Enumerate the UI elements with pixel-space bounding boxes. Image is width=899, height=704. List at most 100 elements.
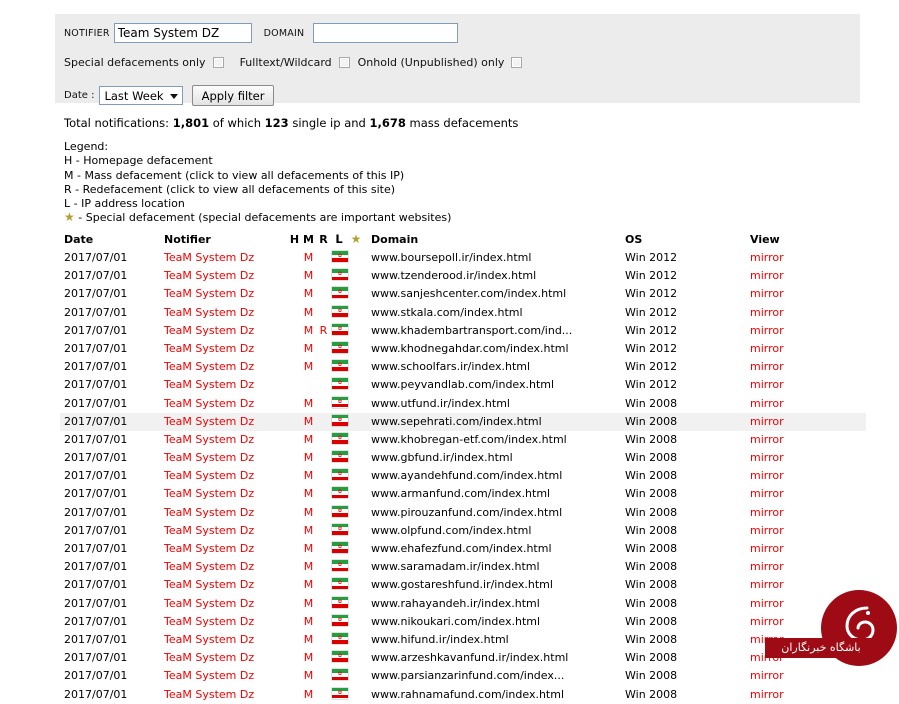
cell-domain[interactable]: www.nikoukari.com/index.html — [371, 613, 540, 631]
cell-domain[interactable]: www.khadembartransport.com/ind... — [371, 322, 572, 340]
cell-m-mass[interactable]: M — [303, 522, 314, 540]
table-row[interactable]: 2017/07/01 TeaM System Dz ✿ www.peyvandlab.… — [60, 376, 865, 394]
cell-view-mirror[interactable]: mirror — [750, 540, 784, 558]
cell-view-mirror[interactable]: mirror — [750, 431, 784, 449]
table-row[interactable]: 2017/07/01 TeaM System Dz M ✿ www.ehafezfund… — [60, 540, 865, 558]
cell-view-mirror[interactable]: mirror — [750, 395, 784, 413]
table-row[interactable]: 2017/07/01 TeaM System Dz M ✿ www.rahayandeh… — [60, 595, 865, 613]
table-row[interactable]: 2017/07/01 TeaM System Dz M ✿ www.sepehrati.… — [60, 412, 866, 431]
iran-flag-icon[interactable]: ✿ — [332, 251, 348, 262]
iran-flag-icon[interactable]: ✿ — [332, 451, 348, 463]
cell-view-mirror[interactable]: mirror — [750, 322, 784, 340]
iran-flag-icon[interactable]: ✿ — [332, 396, 348, 408]
table-row[interactable]: 2017/07/01 TeaM System Dz M ✿ www.sanjeshcen… — [60, 285, 865, 303]
cell-l-location[interactable]: ✿ — [332, 613, 348, 631]
domain-input[interactable] — [313, 23, 459, 43]
cell-m-mass[interactable]: M — [303, 431, 314, 449]
cell-l-location[interactable]: ✿ — [332, 413, 348, 431]
cell-l-location[interactable]: ✿ — [332, 686, 348, 704]
cell-m-mass[interactable]: M — [303, 667, 314, 685]
cell-view-mirror[interactable]: mirror — [750, 576, 784, 594]
cell-view-mirror[interactable]: mirror — [750, 267, 784, 285]
cell-notifier[interactable]: TeaM System Dz — [164, 667, 254, 685]
cell-l-location[interactable]: ✿ — [332, 449, 348, 467]
cell-domain[interactable]: www.khobregan-etf.com/index.html — [371, 431, 567, 449]
cell-l-location[interactable]: ✿ — [332, 285, 348, 303]
cell-view-mirror[interactable]: mirror — [750, 558, 784, 576]
cell-domain[interactable]: www.armanfund.com/index.html — [371, 485, 550, 503]
iran-flag-icon[interactable]: ✿ — [332, 269, 348, 281]
cell-notifier[interactable]: TeaM System Dz — [164, 595, 254, 613]
cell-l-location[interactable]: ✿ — [332, 540, 348, 558]
cell-view-mirror[interactable]: mirror — [750, 504, 784, 522]
cell-l-location[interactable]: ✿ — [332, 595, 348, 613]
cell-notifier[interactable]: TeaM System Dz — [164, 558, 254, 576]
cell-view-mirror[interactable]: mirror — [750, 467, 784, 485]
table-row[interactable]: 2017/07/01 TeaM System Dz M ✿ www.nikoukari.… — [60, 613, 865, 631]
iran-flag-icon[interactable]: ✿ — [332, 523, 348, 535]
notifier-input[interactable] — [113, 23, 252, 43]
cell-notifier[interactable]: TeaM System Dz — [164, 376, 254, 394]
cell-notifier[interactable]: TeaM System Dz — [164, 504, 254, 522]
onhold-checkbox[interactable] — [511, 57, 523, 68]
cell-notifier[interactable]: TeaM System Dz — [164, 285, 254, 303]
table-row[interactable]: 2017/07/01 TeaM System Dz M ✿ www.gostareshf… — [60, 576, 865, 594]
cell-l-location[interactable]: ✿ — [332, 249, 348, 267]
cell-l-location[interactable]: ✿ — [332, 358, 348, 376]
cell-m-mass[interactable]: M — [303, 267, 314, 285]
cell-l-location[interactable]: ✿ — [332, 631, 348, 649]
special-defacements-checkbox[interactable] — [212, 57, 224, 68]
cell-l-location[interactable]: ✿ — [332, 304, 348, 322]
cell-l-location[interactable]: ✿ — [332, 558, 348, 576]
cell-m-mass[interactable]: M — [303, 540, 314, 558]
cell-notifier[interactable]: TeaM System Dz — [164, 631, 254, 649]
cell-notifier[interactable]: TeaM System Dz — [164, 413, 254, 431]
cell-domain[interactable]: www.boursepoll.ir/index.html — [371, 249, 531, 267]
cell-domain[interactable]: www.hifund.ir/index.html — [371, 631, 509, 649]
cell-l-location[interactable]: ✿ — [332, 395, 348, 413]
cell-m-mass[interactable]: M — [303, 686, 314, 704]
cell-r-redeface[interactable]: R — [318, 322, 329, 340]
iran-flag-icon[interactable]: ✿ — [332, 578, 348, 590]
cell-m-mass[interactable]: M — [303, 249, 314, 267]
cell-view-mirror[interactable]: mirror — [750, 667, 784, 685]
cell-m-mass[interactable]: M — [303, 340, 314, 358]
iran-flag-icon[interactable]: ✿ — [332, 651, 348, 663]
cell-domain[interactable]: www.rahayandeh.ir/index.html — [371, 595, 540, 613]
cell-view-mirror[interactable]: mirror — [750, 595, 784, 613]
cell-domain[interactable]: www.ayandehfund.com/index.html — [371, 467, 562, 485]
cell-domain[interactable]: www.olpfund.com/index.html — [371, 522, 531, 540]
cell-view-mirror[interactable]: mirror — [750, 649, 784, 667]
cell-m-mass[interactable]: M — [303, 304, 314, 322]
iran-flag-icon[interactable]: ✿ — [332, 469, 348, 481]
table-row[interactable]: 2017/07/01 TeaM System Dz M ✿ www.parsianzar… — [60, 667, 865, 685]
cell-m-mass[interactable]: M — [303, 558, 314, 576]
cell-view-mirror[interactable]: mirror — [750, 304, 784, 322]
table-row[interactable]: 2017/07/01 TeaM System Dz M ✿ www.hifund.ir/… — [60, 631, 865, 649]
table-row[interactable]: 2017/07/01 TeaM System Dz M ✿ www.gbfund.ir/… — [60, 449, 865, 467]
iran-flag-icon[interactable]: ✿ — [332, 669, 348, 681]
table-row[interactable]: 2017/07/01 TeaM System Dz M ✿ www.ayandehfun… — [60, 467, 865, 485]
cell-l-location[interactable]: ✿ — [332, 522, 348, 540]
cell-notifier[interactable]: TeaM System Dz — [164, 449, 254, 467]
cell-notifier[interactable]: TeaM System Dz — [164, 485, 254, 503]
cell-notifier[interactable]: TeaM System Dz — [164, 322, 254, 340]
cell-m-mass[interactable]: M — [303, 485, 314, 503]
date-range-select[interactable]: Last Week — [99, 86, 183, 105]
cell-notifier[interactable]: TeaM System Dz — [164, 576, 254, 594]
cell-domain[interactable]: www.khodnegahdar.com/index.html — [371, 340, 569, 358]
iran-flag-icon[interactable]: ✿ — [332, 487, 348, 499]
iran-flag-icon[interactable]: ✿ — [332, 614, 348, 626]
cell-l-location[interactable]: ✿ — [332, 649, 348, 667]
iran-flag-icon[interactable]: ✿ — [332, 432, 348, 444]
iran-flag-icon[interactable]: ✿ — [332, 378, 348, 390]
cell-view-mirror[interactable]: mirror — [750, 413, 784, 431]
cell-l-location[interactable]: ✿ — [332, 340, 348, 358]
table-row[interactable]: 2017/07/01 TeaM System Dz M ✿ www.khobregan-… — [60, 431, 865, 449]
iran-flag-icon[interactable]: ✿ — [332, 341, 348, 353]
cell-m-mass[interactable]: M — [303, 322, 314, 340]
table-row[interactable]: 2017/07/01 TeaM System Dz M ✿ www.arzeshkava… — [60, 649, 865, 667]
cell-domain[interactable]: www.ehafezfund.com/index.html — [371, 540, 552, 558]
cell-notifier[interactable]: TeaM System Dz — [164, 431, 254, 449]
cell-notifier[interactable]: TeaM System Dz — [164, 358, 254, 376]
